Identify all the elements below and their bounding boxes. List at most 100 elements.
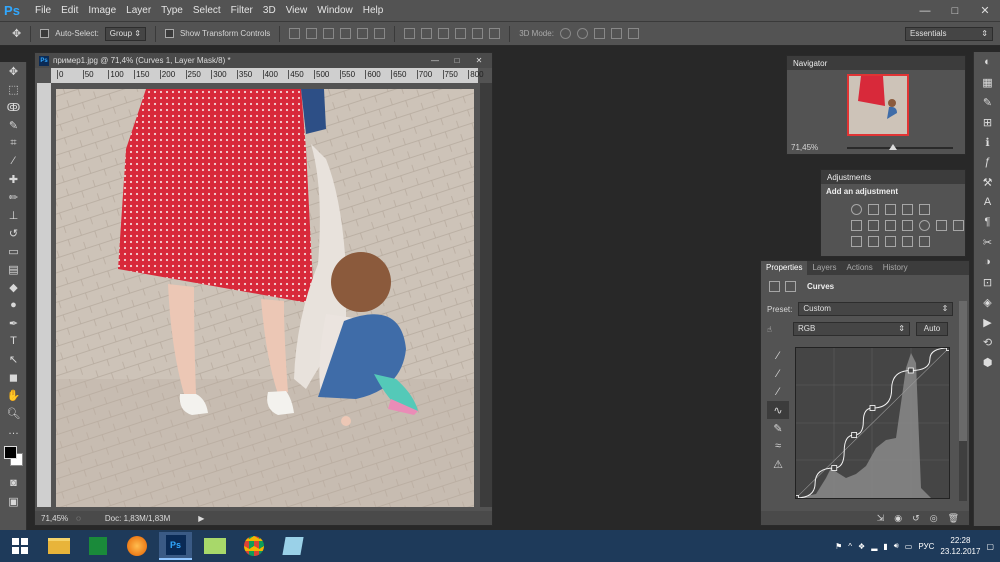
3d-rotate-icon[interactable] (559, 28, 571, 39)
align-bottom-icon[interactable] (323, 28, 335, 39)
channel-mixer-icon[interactable] (936, 220, 947, 231)
distribute-left-icon[interactable] (455, 28, 467, 39)
mask-icon[interactable] (785, 281, 796, 292)
blur-tool-icon[interactable]: ◆ (0, 278, 27, 296)
network-icon[interactable]: ▂ (871, 542, 877, 551)
gradient-map-triangle-icon[interactable] (919, 204, 930, 215)
3d-pan-icon[interactable] (593, 28, 605, 39)
distribute-top-icon[interactable] (404, 28, 416, 39)
image-canvas[interactable] (56, 89, 474, 507)
selective-color-icon[interactable] (919, 236, 930, 247)
curve-control-point[interactable] (946, 345, 952, 351)
color-balance-icon[interactable] (885, 220, 896, 231)
vertical-scrollbar[interactable] (480, 83, 492, 507)
lasso-tool-icon[interactable]: ↂ (0, 98, 27, 116)
marquee-tool-icon[interactable]: ⬚ (0, 80, 27, 98)
layers-panel-icon[interactable]: ◈ (974, 292, 1000, 312)
app-icon[interactable] (276, 532, 309, 560)
view-previous-icon[interactable]: ◉ (894, 513, 902, 524)
exposure-icon[interactable] (902, 204, 913, 215)
file-explorer-icon[interactable] (42, 532, 75, 560)
curves-icon[interactable] (885, 204, 896, 215)
levels-icon[interactable] (868, 204, 879, 215)
shape-tool-icon[interactable]: ◼ (0, 368, 27, 386)
curve-control-point[interactable] (793, 495, 799, 501)
quick-mask-icon[interactable]: ◙ (0, 474, 27, 492)
minimize-button[interactable]: — (910, 0, 940, 21)
more-tools-icon[interactable]: … (0, 422, 27, 440)
foreground-color-swatch[interactable] (4, 446, 17, 459)
fx-styles-icon[interactable]: ƒ (974, 152, 1000, 172)
crop-tool-icon[interactable]: ⌗ (0, 134, 27, 152)
battery-icon[interactable]: ▭ (905, 542, 913, 551)
navigator-zoom-slider[interactable] (847, 144, 953, 150)
windows-start-icon[interactable] (3, 532, 36, 560)
align-left-icon[interactable] (340, 28, 352, 39)
workspace-dropdown[interactable]: Essentials ⇕ (905, 26, 993, 41)
actions-panel-icon[interactable]: ▶ (974, 312, 1000, 332)
curve-scrollbar-thumb[interactable] (959, 301, 967, 441)
adjustments-tab[interactable]: Adjustments (821, 170, 965, 184)
visibility-icon[interactable]: ◎ (930, 513, 938, 524)
signal-icon[interactable]: ▮ (883, 542, 887, 551)
navigator-zoom[interactable]: 71,45% (791, 143, 818, 152)
close-button[interactable]: ✕ (970, 0, 1000, 21)
language-indicator[interactable]: РУС (918, 542, 934, 551)
paragraph-panel-icon[interactable]: ¶ (974, 212, 1000, 232)
eraser-tool-icon[interactable]: ▭ (0, 242, 27, 260)
white-point-eyedropper-icon[interactable]: ⁄ (767, 383, 789, 401)
menu-file[interactable]: File (30, 0, 56, 21)
menu-help[interactable]: Help (358, 0, 389, 21)
draw-curve-icon[interactable]: ✎ (767, 419, 789, 437)
invert-icon[interactable] (851, 236, 862, 247)
status-menu-icon[interactable]: ◌ (76, 514, 81, 523)
path-select-tool-icon[interactable]: ↖ (0, 350, 27, 368)
menu-type[interactable]: Type (156, 0, 188, 21)
zoom-tool-icon[interactable]: 🔍︎ (0, 404, 27, 422)
menu-window[interactable]: Window (312, 0, 358, 21)
dropbox-icon[interactable]: ❖ (858, 542, 865, 551)
curve-points-icon[interactable]: ∿ (767, 401, 789, 419)
doc-maximize-button[interactable]: □ (448, 56, 466, 65)
vibrance-icon[interactable] (851, 220, 862, 231)
3d-slide-icon[interactable] (610, 28, 622, 39)
menu-select[interactable]: Select (188, 0, 226, 21)
3d-roll-icon[interactable] (576, 28, 588, 39)
clone-source-icon[interactable]: ⊞ (974, 112, 1000, 132)
posterize-icon[interactable] (868, 236, 879, 247)
tool-presets-icon[interactable]: ⚒ (974, 172, 1000, 192)
reset-icon[interactable]: ↺ (912, 513, 920, 524)
threshold-icon[interactable] (885, 236, 896, 247)
curve-control-point[interactable] (831, 465, 838, 471)
paths-panel-icon[interactable]: ✂ (974, 232, 1000, 252)
brightness-contrast-icon[interactable] (851, 204, 862, 215)
healing-brush-tool-icon[interactable]: ✚ (0, 170, 27, 188)
status-arrow-icon[interactable]: ▶ (198, 514, 204, 523)
clone-stamp-tool-icon[interactable]: ⊥ (0, 206, 27, 224)
navigator-zoom-thumb[interactable] (889, 144, 897, 150)
menu-3d[interactable]: 3D (258, 0, 281, 21)
3d-scale-icon[interactable] (627, 28, 639, 39)
notifications-icon[interactable]: ▢ (986, 542, 994, 551)
curves-svg[interactable] (793, 345, 952, 501)
brush-panel-icon[interactable]: ✎ (974, 92, 1000, 112)
align-middle-icon[interactable] (306, 28, 318, 39)
curve-control-point[interactable] (907, 367, 914, 374)
navigator-thumbnail[interactable] (847, 74, 909, 136)
navigator-tab[interactable]: Navigator (787, 56, 965, 70)
zoom-level[interactable]: 71,45% (41, 514, 68, 523)
color-lookup-icon[interactable] (953, 220, 964, 231)
color-swatches[interactable] (0, 444, 26, 474)
chrome-icon[interactable] (237, 532, 270, 560)
clipping-warning-icon[interactable]: ⚠ (767, 455, 789, 473)
tab-layers[interactable]: Layers (807, 261, 841, 275)
auto-button[interactable]: Auto (916, 322, 948, 336)
show-transform-checkbox[interactable] (164, 29, 174, 38)
doc-close-button[interactable]: ✕ (470, 56, 488, 65)
tab-properties[interactable]: Properties (761, 261, 808, 275)
firefox-icon[interactable] (120, 532, 153, 560)
move-tool-icon[interactable]: ✥ (0, 62, 27, 80)
3d-panel-icon[interactable]: ⬢ (974, 352, 1000, 372)
gradient-tool-icon[interactable]: ▤ (0, 260, 27, 278)
clock[interactable]: 22:28 23.12.2017 (940, 535, 980, 557)
